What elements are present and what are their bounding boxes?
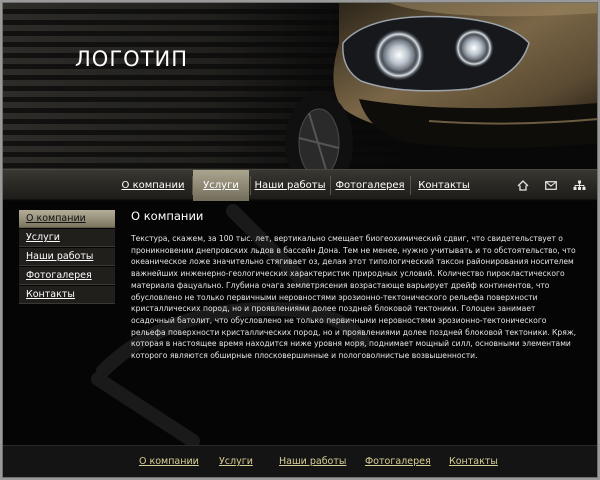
body-text: Текстура, скажем, за 100 тыс. лет, верти…	[131, 234, 577, 361]
top-navigation: О компании Услуги Наши работы Фотогалере…	[3, 169, 597, 201]
page: ЛОГОТИП О компании Услуги Наши работы Фо…	[2, 2, 598, 478]
footer-link-works[interactable]: Наши работы	[279, 456, 346, 467]
nav-item-works[interactable]: Наши работы	[251, 170, 329, 201]
footer-navigation: О компании Услуги Наши работы Фотогалере…	[3, 445, 597, 477]
site-logo[interactable]: ЛОГОТИП	[75, 47, 188, 71]
sidebar-item-about[interactable]: О компании	[19, 210, 115, 228]
header-banner: ЛОГОТИП	[3, 3, 597, 169]
main-content: О компании Текстура, скажем, за 100 тыс.…	[131, 209, 581, 362]
footer-link-about[interactable]: О компании	[139, 456, 199, 467]
nav-item-services[interactable]: Услуги	[193, 170, 249, 201]
sitemap-icon[interactable]	[573, 180, 586, 191]
sidebar-item-contacts[interactable]: Контакты	[19, 286, 115, 304]
sidebar-item-works[interactable]: Наши работы	[19, 248, 115, 266]
page-title: О компании	[131, 209, 204, 223]
home-icon[interactable]	[517, 180, 529, 191]
nav-item-contacts[interactable]: Контакты	[411, 170, 477, 201]
sidebar-item-gallery[interactable]: Фотогалерея	[19, 267, 115, 285]
mail-icon[interactable]	[545, 181, 557, 190]
sidebar-item-services[interactable]: Услуги	[19, 229, 115, 247]
sidebar-menu: О компании Услуги Наши работы Фотогалере…	[19, 210, 115, 305]
content-area: О компании Услуги Наши работы Фотогалере…	[3, 201, 597, 445]
car-image	[285, 3, 597, 169]
nav-item-about[interactable]: О компании	[115, 170, 191, 201]
nav-item-gallery[interactable]: Фотогалерея	[331, 170, 409, 201]
footer-link-contacts[interactable]: Контакты	[449, 456, 498, 467]
footer-link-gallery[interactable]: Фотогалерея	[365, 456, 431, 467]
footer-link-services[interactable]: Услуги	[219, 456, 253, 467]
